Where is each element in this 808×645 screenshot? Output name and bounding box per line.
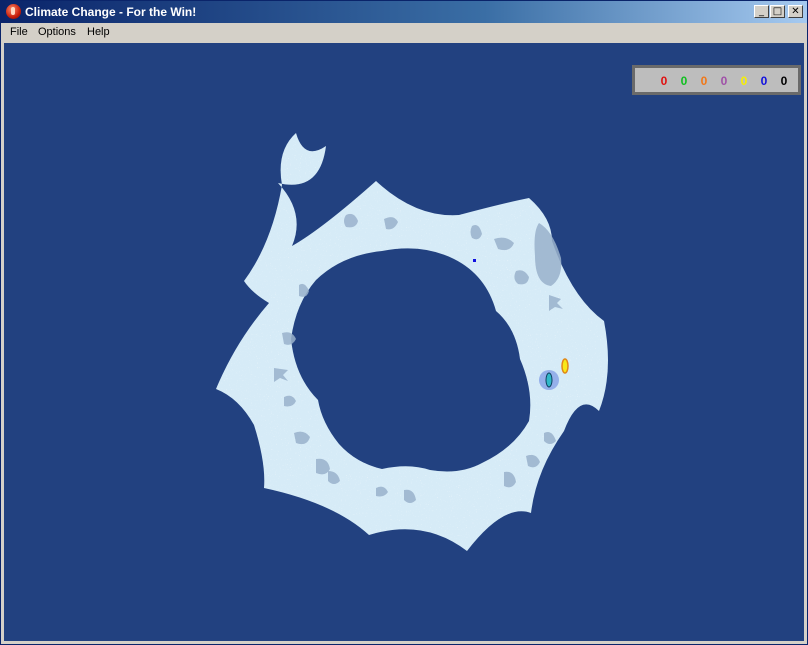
app-window: Climate Change - For the Win! _ □ ✕ File… (0, 0, 808, 645)
maximize-icon: □ (772, 6, 783, 17)
score-orange: 0 (700, 74, 708, 88)
score-blue: 0 (760, 74, 768, 88)
window-title: Climate Change - For the Win! (25, 5, 197, 19)
close-button[interactable]: ✕ (788, 5, 803, 18)
player-token-cyan (545, 372, 553, 388)
minimize-button[interactable]: _ (754, 5, 769, 18)
score-yellow: 0 (740, 74, 748, 88)
title-bar[interactable]: Climate Change - For the Win! _ □ ✕ (1, 1, 807, 23)
menu-options[interactable]: Options (38, 26, 76, 38)
player-token-yellow (561, 358, 569, 374)
menu-help[interactable]: Help (87, 26, 110, 38)
scoreboard: 0 0 0 0 0 0 0 (632, 65, 801, 95)
ice-island (216, 133, 608, 551)
score-red: 0 (660, 74, 668, 88)
score-black: 0 (780, 74, 788, 88)
close-icon: ✕ (791, 6, 800, 17)
score-green: 0 (680, 74, 688, 88)
maximize-button[interactable]: □ (770, 5, 785, 18)
menu-file[interactable]: File (10, 26, 28, 38)
menu-bar: File Options Help (1, 23, 807, 42)
minimize-icon: _ (759, 6, 764, 17)
game-map (216, 133, 608, 551)
app-icon (6, 4, 21, 19)
blue-player-marker (473, 259, 476, 262)
game-canvas[interactable]: 0 0 0 0 0 0 0 (4, 43, 804, 641)
score-purple: 0 (720, 74, 728, 88)
